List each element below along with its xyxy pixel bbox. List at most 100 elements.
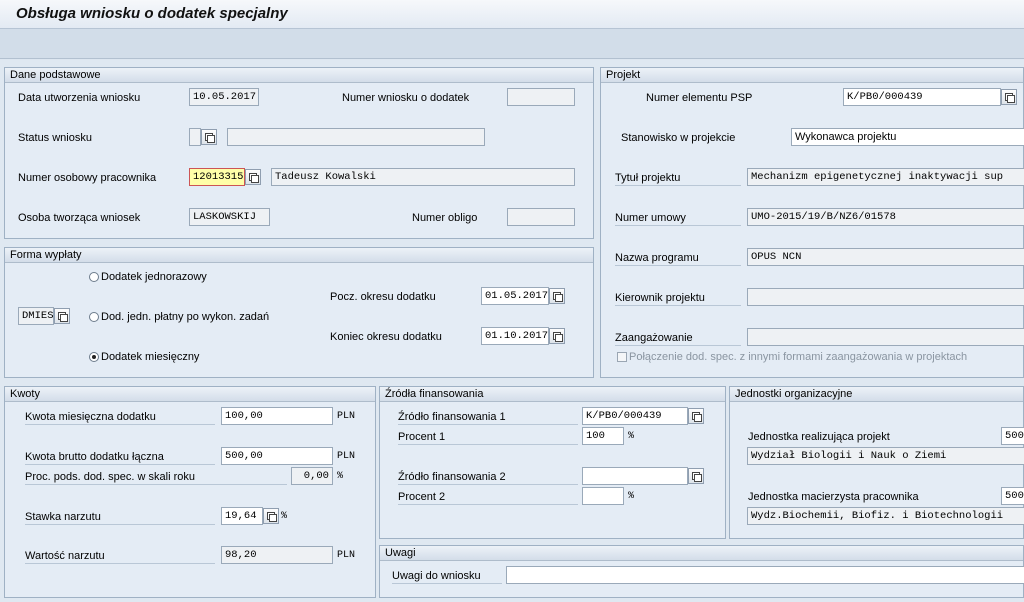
osoba-tworzaca-field[interactable]: LASKOWSKIJ bbox=[189, 208, 270, 226]
window-title: Obsługa wniosku o dodatek specjalny bbox=[16, 5, 288, 22]
jednostka-realizujaca-code[interactable]: 500 bbox=[1001, 427, 1024, 445]
group-dane-podstawowe: Dane podstawowe Data utworzenia wniosku … bbox=[4, 67, 594, 239]
radio-dod-jedn-platny-label: Dod. jedn. płatny po wykon. zadań bbox=[101, 311, 270, 323]
numer-osobowy-label: Numer osobowy pracownika bbox=[18, 172, 157, 184]
tytul-label: Tytuł projektu bbox=[615, 171, 741, 186]
koniec-okresu-input[interactable]: 01.10.2017 bbox=[481, 327, 549, 345]
kwota-brutto-unit: PLN bbox=[337, 451, 356, 462]
radio-dodatek-miesieczny-label: Dodatek miesięczny bbox=[101, 351, 200, 363]
data-utworzenia-field[interactable]: 10.05.2017 bbox=[189, 88, 259, 106]
title-bar: Obsługa wniosku o dodatek specjalny bbox=[0, 0, 1024, 29]
radio-dodatek-miesieczny[interactable] bbox=[89, 352, 99, 362]
status-f4-help-icon[interactable] bbox=[201, 129, 217, 145]
group-jednostki-organizacyjne: Jednostki organizacyjne Jednostka realiz… bbox=[729, 386, 1024, 539]
stawka-narzutu-unit: % bbox=[281, 511, 288, 522]
proc-pods-label: Proc. pods. dod. spec. w skali roku bbox=[25, 470, 287, 485]
kwota-brutto-input[interactable]: 500,00 bbox=[221, 447, 333, 465]
pocz-okresu-label: Pocz. okresu dodatku bbox=[330, 291, 436, 303]
status-wniosku-label: Status wniosku bbox=[18, 132, 92, 144]
wartosc-narzutu-unit: PLN bbox=[337, 550, 356, 561]
wartosc-narzutu-field: 98,20 bbox=[221, 546, 333, 564]
procent2-unit: % bbox=[628, 491, 635, 502]
group-header: Jednostki organizacyjne bbox=[730, 387, 1023, 402]
numer-wniosku-field[interactable] bbox=[507, 88, 575, 106]
numer-osobowy-input[interactable]: 12013315 bbox=[189, 168, 245, 186]
group-header: Kwoty bbox=[5, 387, 375, 402]
group-projekt: Projekt Numer elementu PSP K/PB0/000439 … bbox=[600, 67, 1024, 378]
procent1-label: Procent 1 bbox=[398, 430, 578, 445]
forma-code-f4-help-icon[interactable] bbox=[54, 308, 70, 324]
kwota-miesieczna-unit: PLN bbox=[337, 411, 356, 422]
jednostka-macierzysta-name: Wydz.Biochemii, Biofiz. i Biotechnologii bbox=[747, 507, 1024, 525]
psp-f4-help-icon[interactable] bbox=[1001, 89, 1017, 105]
pocz-okresu-input[interactable]: 01.05.2017 bbox=[481, 287, 549, 305]
group-header: Źródła finansowania bbox=[380, 387, 725, 402]
koniec-okresu-calendar-icon[interactable] bbox=[549, 328, 565, 344]
group-kwoty: Kwoty Kwota miesięczna dodatku 100,00 PL… bbox=[4, 386, 376, 598]
kwota-miesieczna-input[interactable]: 100,00 bbox=[221, 407, 333, 425]
group-header: Forma wypłaty bbox=[5, 248, 593, 263]
numer-umowy-label: Numer umowy bbox=[615, 211, 741, 226]
numer-wniosku-label: Numer wniosku o dodatek bbox=[342, 92, 470, 104]
content-area: Dane podstawowe Data utworzenia wniosku … bbox=[0, 60, 1024, 602]
group-zrodla-finansowania: Źródła finansowania Źródło finansowania … bbox=[379, 386, 726, 539]
group-header: Dane podstawowe bbox=[5, 68, 593, 83]
group-forma-wyplaty: Forma wypłaty DMIES Dodatek jednorazowy … bbox=[4, 247, 594, 378]
zrodlo1-f4-help-icon[interactable] bbox=[688, 408, 704, 424]
procent1-input[interactable]: 100 bbox=[582, 427, 624, 445]
uwagi-input[interactable] bbox=[506, 566, 1024, 584]
stawka-narzutu-input[interactable]: 19,64 bbox=[221, 507, 263, 525]
status-wniosku-text bbox=[227, 128, 485, 146]
procent1-unit: % bbox=[628, 431, 635, 442]
jednostka-realizujaca-label: Jednostka realizująca projekt bbox=[748, 431, 890, 443]
stanowisko-label: Stanowisko w projekcie bbox=[621, 132, 736, 144]
tytul-field: Mechanizm epigenetycznej inaktywacji sup bbox=[747, 168, 1024, 186]
stanowisko-input[interactable]: Wykonawca projektu bbox=[791, 128, 1024, 146]
kierownik-label: Kierownik projektu bbox=[615, 291, 741, 306]
numer-umowy-field: UMO-2015/19/B/NZ6/01578 bbox=[747, 208, 1024, 226]
numer-obligo-field[interactable] bbox=[507, 208, 575, 226]
radio-dodatek-jednorazowy-label: Dodatek jednorazowy bbox=[101, 271, 207, 283]
psp-input[interactable]: K/PB0/000439 bbox=[843, 88, 1001, 106]
forma-code-field[interactable]: DMIES bbox=[18, 307, 54, 325]
jednostka-realizujaca-name: Wydział Biologii i Nauk o Ziemi bbox=[747, 447, 1024, 465]
numer-osobowy-f4-help-icon[interactable] bbox=[245, 169, 261, 185]
zrodlo2-f4-help-icon[interactable] bbox=[688, 468, 704, 484]
kwota-brutto-label: Kwota brutto dodatku łączna bbox=[25, 450, 215, 465]
group-header: Projekt bbox=[601, 68, 1023, 83]
uwagi-label: Uwagi do wniosku bbox=[392, 569, 502, 584]
osoba-tworzaca-label: Osoba tworząca wniosek bbox=[18, 212, 141, 224]
procent2-label: Procent 2 bbox=[398, 490, 578, 505]
polaczenie-label: Połączenie dod. spec. z innymi formami z… bbox=[629, 351, 968, 363]
kwota-miesieczna-label: Kwota miesięczna dodatku bbox=[25, 410, 215, 425]
polaczenie-checkbox[interactable] bbox=[617, 352, 627, 362]
jednostka-macierzysta-label: Jednostka macierzysta pracownika bbox=[748, 491, 919, 503]
proc-pods-unit: % bbox=[337, 471, 344, 482]
pracownik-name-field: Tadeusz Kowalski bbox=[271, 168, 575, 186]
procent2-input[interactable] bbox=[582, 487, 624, 505]
data-utworzenia-label: Data utworzenia wniosku bbox=[18, 92, 141, 104]
pocz-okresu-calendar-icon[interactable] bbox=[549, 288, 565, 304]
application-toolbar bbox=[0, 29, 1024, 59]
group-uwagi: Uwagi Uwagi do wniosku bbox=[379, 545, 1024, 598]
zrodlo2-input[interactable] bbox=[582, 467, 688, 485]
stawka-narzutu-f4-help-icon[interactable] bbox=[263, 508, 279, 524]
radio-dod-jedn-platny[interactable] bbox=[89, 312, 99, 322]
radio-dodatek-jednorazowy[interactable] bbox=[89, 272, 99, 282]
kierownik-field bbox=[747, 288, 1024, 306]
numer-obligo-label: Numer obligo bbox=[412, 212, 478, 224]
group-header: Uwagi bbox=[380, 546, 1023, 561]
zrodlo2-label: Źródło finansowania 2 bbox=[398, 470, 578, 485]
stawka-narzutu-label: Stawka narzutu bbox=[25, 510, 215, 525]
zrodlo1-label: Źródło finansowania 1 bbox=[398, 410, 578, 425]
nazwa-programu-label: Nazwa programu bbox=[615, 251, 741, 266]
zaangazowanie-field bbox=[747, 328, 1024, 346]
wartosc-narzutu-label: Wartość narzutu bbox=[25, 549, 215, 564]
jednostka-macierzysta-code[interactable]: 500 bbox=[1001, 487, 1024, 505]
status-wniosku-field[interactable] bbox=[189, 128, 201, 146]
nazwa-programu-field: OPUS NCN bbox=[747, 248, 1024, 266]
zaangazowanie-label: Zaangażowanie bbox=[615, 331, 741, 346]
proc-pods-field: 0,00 bbox=[291, 467, 333, 485]
psp-label: Numer elementu PSP bbox=[646, 92, 753, 104]
zrodlo1-input[interactable]: K/PB0/000439 bbox=[582, 407, 688, 425]
